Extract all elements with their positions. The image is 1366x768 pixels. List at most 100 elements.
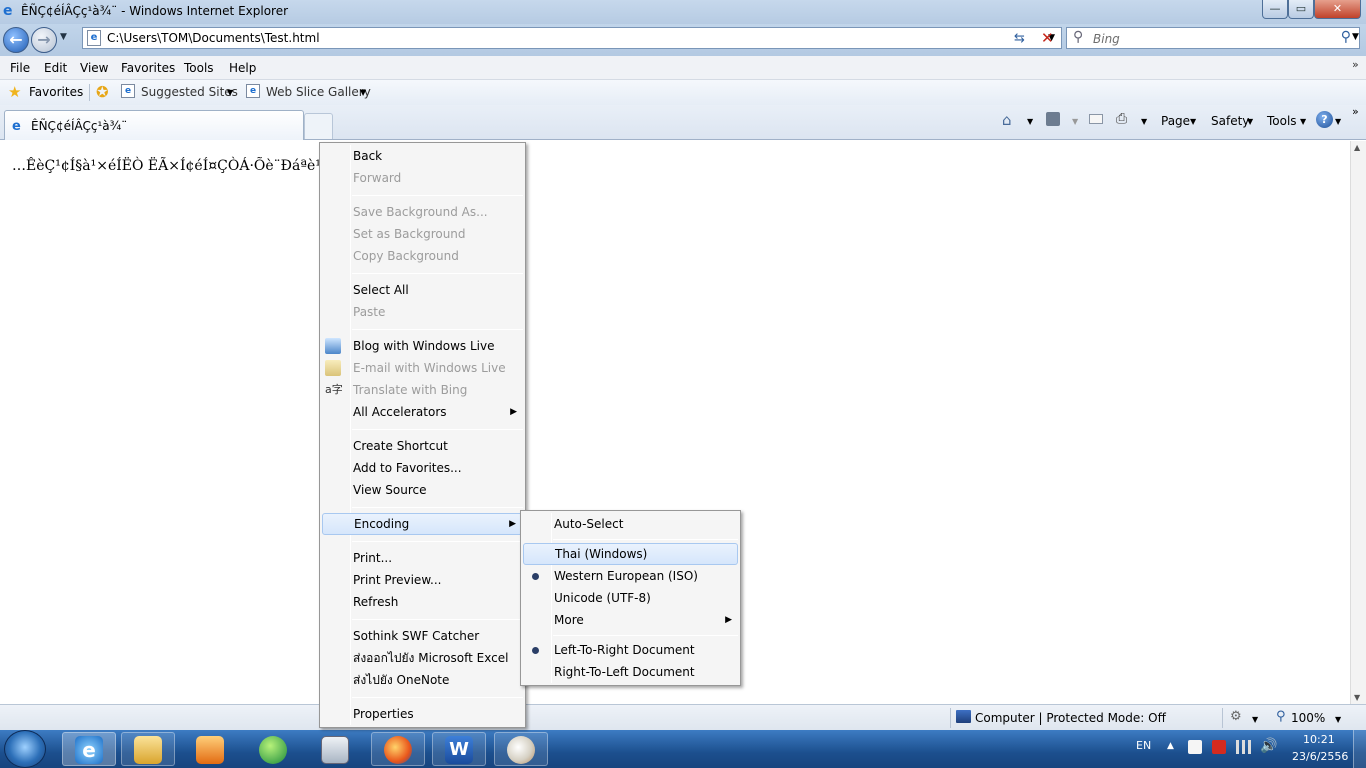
menu-item-right-to-left[interactable]: Right-To-Left Document [523,661,738,683]
menu-item-view-source[interactable]: View Source [322,479,523,501]
web-slice-gallery-link[interactable]: Web Slice Gallery [266,85,371,99]
translate-icon: a字 [325,383,343,396]
volume-icon[interactable]: 🔊 [1260,738,1277,754]
firefox-icon [384,736,412,764]
address-input[interactable]: C:\Users\TOM\Documents\Test.html [107,31,320,45]
menu-help[interactable]: Help [229,61,256,75]
taskbar-globe-app[interactable] [246,732,300,766]
recent-pages-dropdown-icon[interactable]: ▼ [60,32,67,42]
menu-favorites[interactable]: Favorites [121,61,175,75]
restore-button[interactable]: ▭ [1288,0,1314,19]
action-center-icon[interactable] [1188,740,1202,754]
chevron-down-icon[interactable]: ▼ [1300,117,1306,126]
network-icon[interactable] [1236,740,1251,754]
search-input[interactable]: Bing [1093,32,1120,46]
chevron-down-icon[interactable]: ▼ [1335,715,1341,724]
taskbar-media-player[interactable] [183,732,237,766]
taskbar-explorer[interactable] [121,732,175,766]
taskbar-calculator[interactable] [308,732,362,766]
chevron-down-icon[interactable]: ▼ [1335,117,1341,126]
taskbar-internet-explorer[interactable]: e [62,732,116,766]
tools-menu[interactable]: Tools [1267,114,1297,128]
taskbar-firefox[interactable] [371,732,425,766]
chevron-down-icon[interactable]: ▼ [1247,117,1253,126]
menu-file[interactable]: File [10,61,30,75]
chevron-down-icon[interactable]: ▼ [1252,715,1258,724]
language-indicator[interactable]: EN [1136,739,1151,752]
menu-view[interactable]: View [80,61,108,75]
clock-date[interactable]: 23/6/2556 [1292,750,1348,763]
search-box[interactable]: ⚲ Bing ⚲ [1066,27,1360,49]
page-menu[interactable]: Page [1161,114,1190,128]
menu-item-thai-windows[interactable]: Thai (Windows) [523,543,738,565]
search-icon[interactable]: ⚲ [1341,29,1351,45]
zoom-level[interactable]: 100% [1291,711,1325,725]
menu-item-swf-catcher[interactable]: Sothink SWF Catcher [322,625,523,647]
vertical-scrollbar[interactable]: ▲ ▼ [1350,141,1366,704]
chevron-right-icon[interactable]: » [1352,58,1359,71]
menu-item-blog[interactable]: Blog with Windows Live [322,335,523,357]
add-to-favorites-bar-icon[interactable]: ✪ [96,83,109,101]
chevron-down-icon[interactable]: ▼ [1072,117,1078,126]
menu-item-print[interactable]: Print... [322,547,523,569]
taskbar-word[interactable]: W [432,732,486,766]
favorites-button[interactable]: Favorites [29,85,83,99]
menu-item-encoding[interactable]: Encoding ▶ [322,513,523,535]
menu-item-send-onenote[interactable]: ส่งไปยัง OneNote [322,669,523,691]
computer-zone-icon [956,710,971,723]
forward-button[interactable]: → [31,27,57,53]
zoom-icon[interactable]: ⚲ [1276,709,1286,724]
feeds-icon[interactable] [1046,112,1060,126]
menu-item-export-excel[interactable]: ส่งออกไปยัง Microsoft Excel [322,647,523,669]
home-icon[interactable]: ⌂ [1002,111,1012,129]
stop-icon[interactable]: ✕ [1041,29,1054,47]
menu-item-select-all[interactable]: Select All [322,279,523,301]
address-bar[interactable]: e C:\Users\TOM\Documents\Test.html ▼ [82,27,1062,49]
show-hidden-icons-icon[interactable]: ▲ [1167,741,1174,751]
taskbar-paint[interactable] [494,732,548,766]
menu-item-add-favorites[interactable]: Add to Favorites... [322,457,523,479]
security-zone-status[interactable]: Computer | Protected Mode: Off [975,711,1166,725]
menu-item-email-label: E-mail with Windows Live [353,361,506,375]
scroll-up-icon[interactable]: ▲ [1354,143,1360,152]
suggested-sites-link[interactable]: Suggested Sites [141,85,238,99]
chevron-down-icon[interactable]: ▼ [360,88,366,97]
minimize-button[interactable]: — [1262,0,1288,19]
chevron-down-icon[interactable]: ▼ [1141,117,1147,126]
menu-edit[interactable]: Edit [44,61,67,75]
menu-item-print-preview[interactable]: Print Preview... [322,569,523,591]
divider [1222,708,1223,728]
menu-item-properties[interactable]: Properties [322,703,523,725]
new-tab-button[interactable] [304,113,333,139]
security-tray-icon[interactable] [1212,740,1226,754]
search-options-icon[interactable]: ▼ [1352,32,1359,42]
tab-current[interactable]: e ÊÑÇ¢éÍÂÇç¹à¾¨ [4,110,304,140]
help-icon[interactable]: ? [1316,111,1333,128]
menu-item-unicode[interactable]: Unicode (UTF-8) [523,587,738,609]
start-button[interactable] [4,730,46,768]
menu-item-more[interactable]: More ▶ [523,609,738,631]
chevron-down-icon[interactable]: ▼ [227,88,233,97]
compatibility-view-icon[interactable]: ⇆ [1014,31,1025,46]
back-button[interactable]: ← [3,27,29,53]
chevron-down-icon[interactable]: ▼ [1190,117,1196,126]
chevron-down-icon[interactable]: ▼ [1027,117,1033,126]
menu-item-auto-select[interactable]: Auto-Select [523,513,738,535]
menu-item-create-shortcut[interactable]: Create Shortcut [322,435,523,457]
safety-menu[interactable]: Safety [1211,114,1249,128]
menu-item-forward: Forward [353,171,402,185]
read-mail-icon[interactable] [1089,114,1103,124]
menu-item-refresh[interactable]: Refresh [322,591,523,613]
menu-item-back[interactable]: Back [322,145,523,167]
chevron-right-icon[interactable]: » [1352,105,1359,118]
protected-mode-icon[interactable]: ⚙ [1230,709,1242,724]
clock-time[interactable]: 10:21 [1303,733,1335,746]
menu-item-left-to-right[interactable]: Left-To-Right Document [523,639,738,661]
menu-tools[interactable]: Tools [184,61,214,75]
scroll-down-icon[interactable]: ▼ [1354,693,1360,702]
close-button[interactable]: ✕ [1314,0,1361,19]
show-desktop-button[interactable] [1353,730,1366,768]
menu-item-western-european[interactable]: Western European (ISO) [523,565,738,587]
menu-item-all-accelerators[interactable]: All Accelerators ▶ [322,401,523,423]
print-icon[interactable]: ⎙ [1116,111,1127,127]
